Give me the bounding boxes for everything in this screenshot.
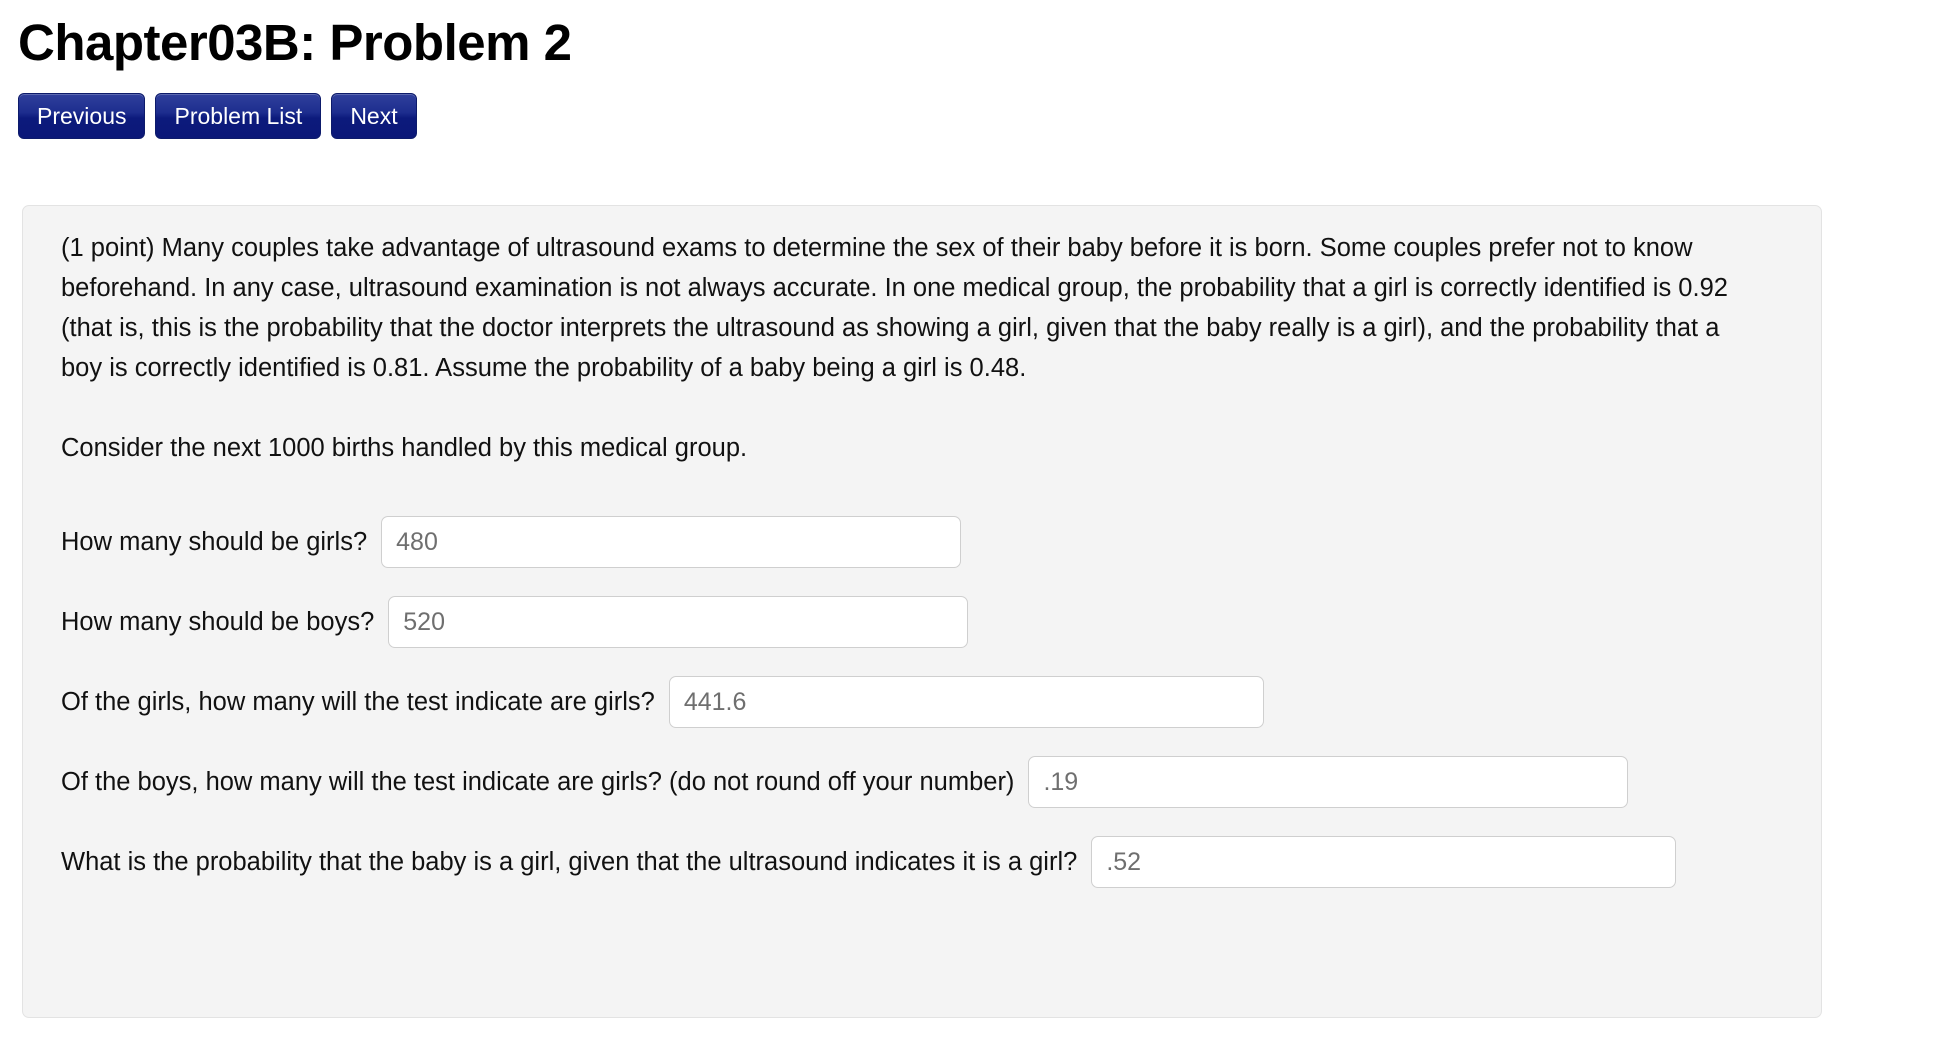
problem-navigation-bar: Previous Problem List Next: [0, 74, 1959, 139]
answer-row-posterior-probability: What is the probability that the baby is…: [39, 836, 1795, 888]
problem-panel: (1 point) Many couples take advantage of…: [22, 205, 1822, 1018]
answer-label-boys-count: How many should be boys?: [61, 608, 375, 636]
answer-label-girls-test-girls: Of the girls, how many will the test ind…: [61, 688, 655, 716]
next-button[interactable]: Next: [331, 93, 417, 139]
problem-statement: (1 point) Many couples take advantage of…: [61, 234, 1728, 382]
answer-field-list: How many should be girls? How many shoul…: [39, 516, 1795, 888]
answer-input-boys-count[interactable]: [388, 596, 969, 648]
answer-row-girls-test-girls: Of the girls, how many will the test ind…: [39, 676, 1795, 728]
answer-label-boys-test-girls: Of the boys, how many will the test indi…: [61, 768, 1015, 796]
answer-label-posterior-probability: What is the probability that the baby is…: [61, 848, 1078, 876]
problem-page: Chapter03B: Problem 2 Previous Problem L…: [0, 0, 1959, 1053]
problem-instruction: Consider the next 1000 births handled by…: [61, 434, 748, 462]
answer-input-girls-test-girls[interactable]: [668, 676, 1264, 728]
answer-row-girls-count: How many should be girls?: [39, 516, 1795, 568]
problem-list-button[interactable]: Problem List: [155, 93, 322, 139]
answer-row-boys-test-girls: Of the boys, how many will the test indi…: [39, 756, 1795, 808]
answer-input-girls-count[interactable]: [381, 516, 962, 568]
previous-button[interactable]: Previous: [18, 93, 146, 139]
answer-label-girls-count: How many should be girls?: [61, 528, 368, 556]
answer-input-boys-test-girls[interactable]: [1028, 756, 1629, 808]
page-title: Chapter03B: Problem 2: [18, 14, 572, 71]
answer-row-boys-count: How many should be boys?: [39, 596, 1795, 648]
answer-input-posterior-probability[interactable]: [1091, 836, 1677, 888]
